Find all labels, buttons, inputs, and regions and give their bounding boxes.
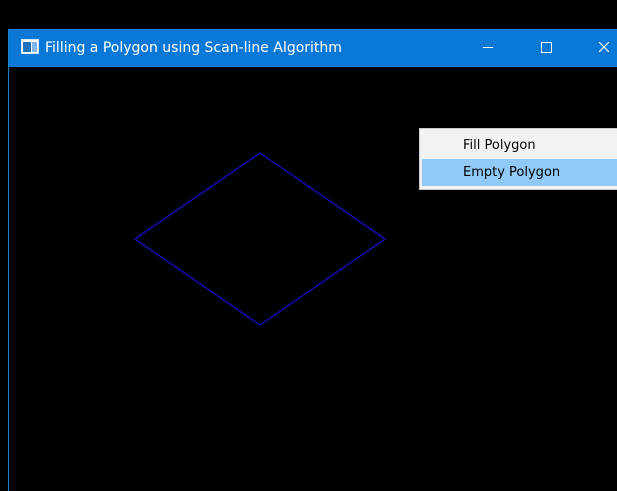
- maximize-icon: [541, 42, 552, 53]
- app-window: Filling a Polygon using Scan-line Algori…: [8, 29, 617, 491]
- minimize-icon: [483, 47, 493, 48]
- desktop: Filling a Polygon using Scan-line Algori…: [0, 0, 617, 491]
- close-icon: [598, 41, 610, 53]
- title-bar[interactable]: Filling a Polygon using Scan-line Algori…: [9, 29, 617, 67]
- menu-item-label: Fill Polygon: [463, 138, 536, 153]
- menu-item-fill-polygon[interactable]: Fill Polygon: [422, 132, 617, 159]
- menu-item-empty-polygon[interactable]: Empty Polygon: [422, 159, 617, 186]
- minimize-button[interactable]: [465, 29, 511, 67]
- polygon-outline: [133, 152, 387, 326]
- app-icon: [21, 39, 39, 54]
- close-button[interactable]: [582, 29, 617, 67]
- maximize-button[interactable]: [523, 29, 569, 67]
- context-menu: Fill Polygon Empty Polygon: [419, 128, 617, 190]
- drawing-canvas[interactable]: Fill Polygon Empty Polygon: [9, 67, 617, 491]
- menu-item-label: Empty Polygon: [463, 165, 561, 180]
- window-title: Filling a Polygon using Scan-line Algori…: [45, 40, 342, 56]
